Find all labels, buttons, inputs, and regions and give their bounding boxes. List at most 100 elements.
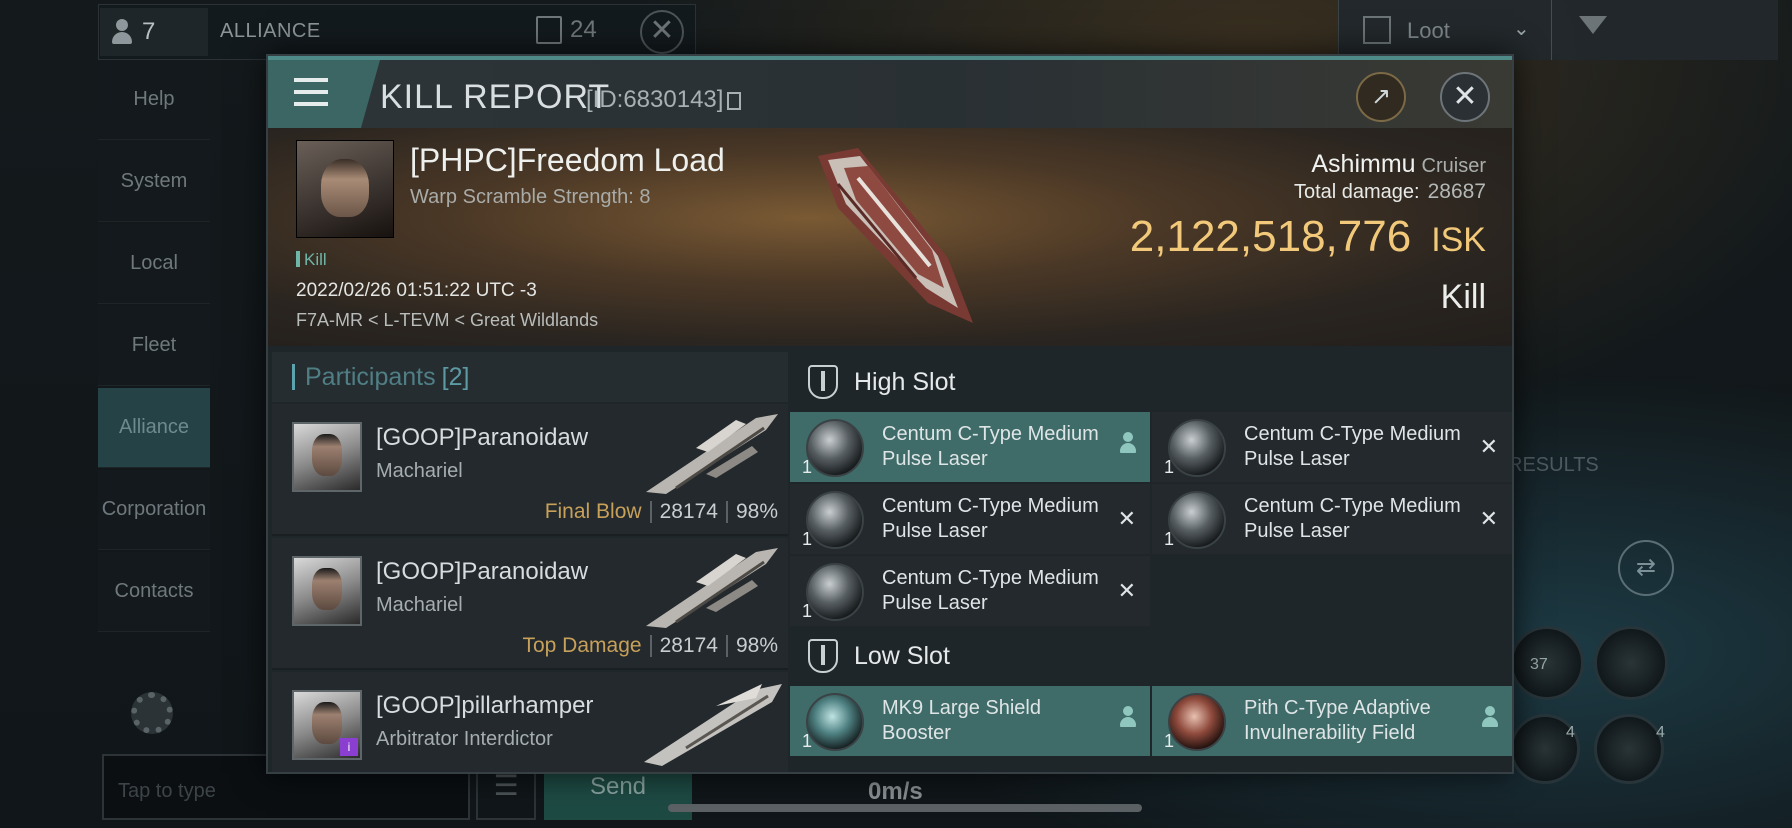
destroyed-x-icon: ✕ [1479, 434, 1498, 459]
dropped-person-icon [1480, 706, 1500, 730]
document-icon [536, 16, 562, 44]
loot-dropdown[interactable]: Loot [1407, 18, 1450, 44]
fitting-item-destroyed[interactable]: 1 Centum C-Type Medium Pulse Laser ✕ [1152, 412, 1512, 482]
kill-report-title: KILL REPORT [380, 78, 611, 116]
module-count: 37 [1530, 656, 1548, 673]
invulnerability-field-icon [1168, 693, 1226, 751]
participant-avatar[interactable] [292, 556, 362, 626]
kill-report-header: KILL REPORT [ID:6830143] ↗ ✕ [268, 56, 1512, 132]
chat-sidebar: Help System Local Fleet Alliance Corpora… [98, 60, 210, 670]
participant-ship: Machariel [376, 460, 463, 482]
participants-header: Participants [2] [272, 352, 788, 402]
laser-module-icon [1168, 491, 1226, 549]
sidebar-item-alliance[interactable]: Alliance [98, 388, 210, 468]
participants-panel: Participants [2] [GOOP]Paranoidaw Machari… [272, 352, 788, 772]
module-slot[interactable] [1594, 626, 1668, 700]
fitting-item-destroyed[interactable]: 1 Centum C-Type Medium Pulse Laser ✕ [790, 484, 1150, 554]
menu-button[interactable] [268, 60, 380, 132]
sidebar-item-system[interactable]: System [98, 142, 210, 222]
laser-module-icon [1168, 419, 1226, 477]
swap-icon[interactable]: ⇄ [1618, 540, 1674, 596]
sidebar-item-contacts[interactable]: Contacts [98, 552, 210, 632]
sidebar-item-corporation[interactable]: Corporation [98, 470, 210, 550]
fitting-panel: High Slot 1 Centum C-Type Medium Pulse La… [790, 352, 1512, 772]
fitting-item-dropped[interactable]: 1 MK9 Large Shield Booster [790, 686, 1150, 756]
kill-result: Kill [1440, 278, 1486, 316]
kill-report-id[interactable]: [ID:6830143] [586, 86, 742, 114]
filter-icon[interactable] [1579, 16, 1607, 34]
module-slot[interactable] [1594, 714, 1664, 784]
settings-gear-icon[interactable] [131, 692, 173, 734]
participant-row[interactable]: i [GOOP]pillarhamper Arbitrator Interdic… [272, 672, 788, 772]
item-name: Centum C-Type Medium Pulse Laser [1244, 423, 1461, 470]
item-name: Pith C-Type Adaptive Invulnerability Fie… [1244, 697, 1431, 744]
participant-stats: Top Damage 28174 98% [522, 634, 778, 657]
divider [649, 501, 652, 523]
close-icon[interactable]: ✕ [1440, 72, 1490, 122]
victim-banner: [PHPC]Freedom Load Warp Scramble Strengt… [268, 128, 1512, 346]
kill-location[interactable]: F7A-MR < L-TEVM < Great Wildlands [296, 310, 598, 331]
participant-ship-image [646, 414, 778, 494]
fitting-item-destroyed[interactable]: 1 Centum C-Type Medium Pulse Laser ✕ [790, 556, 1150, 626]
warp-scramble-strength: Warp Scramble Strength: 8 [410, 186, 651, 208]
info-badge-icon: i [340, 738, 358, 756]
isk-value: 2,122,518,776 ISK [1129, 212, 1486, 261]
share-icon[interactable]: ↗ [1356, 72, 1406, 122]
victim-name[interactable]: [PHPC]Freedom Load [410, 142, 725, 179]
high-slot-icon [808, 365, 838, 399]
chat-close-icon[interactable]: ✕ [640, 10, 684, 54]
sidebar-item-local[interactable]: Local [98, 224, 210, 304]
dropped-person-icon [1118, 706, 1138, 730]
participant-name: [GOOP]Paranoidaw [376, 558, 589, 585]
copy-icon[interactable] [727, 91, 742, 110]
home-indicator[interactable] [668, 804, 1142, 812]
participant-row[interactable]: [GOOP]Paranoidaw Machariel Final Blow 281… [272, 404, 788, 536]
member-count[interactable]: 7 [100, 8, 208, 56]
divider [725, 635, 728, 657]
kill-report-window: KILL REPORT [ID:6830143] ↗ ✕ [PHPC]Freed… [266, 54, 1514, 774]
kill-tag: Kill [296, 250, 327, 270]
low-slot-header: Low Slot [790, 626, 1512, 686]
dropped-person-icon [1118, 432, 1138, 456]
total-damage: Total damage: 28687 [1293, 180, 1486, 203]
destroyed-x-icon: ✕ [1479, 506, 1498, 531]
fitting-item-dropped[interactable]: 1 Pith C-Type Adaptive Invulnerability Fi… [1152, 686, 1512, 756]
speed-readout: 0m/s [868, 778, 923, 805]
victim-portrait[interactable] [296, 140, 394, 238]
fitting-item-destroyed[interactable]: 1 Centum C-Type Medium Pulse Laser ✕ [1152, 484, 1512, 554]
participant-avatar[interactable]: i [292, 690, 362, 760]
laser-module-icon [806, 563, 864, 621]
participant-name: [GOOP]Paranoidaw [376, 424, 589, 451]
module-count: 4 [1566, 724, 1575, 741]
participant-name: [GOOP]pillarhamper [376, 692, 594, 719]
item-name: MK9 Large Shield Booster [882, 697, 1041, 744]
participant-ship: Machariel [376, 594, 463, 616]
high-slot-header: High Slot [790, 352, 1512, 412]
chevron-down-icon[interactable]: ⌄ [1513, 16, 1530, 41]
cube-icon [1363, 16, 1391, 44]
item-name: Centum C-Type Medium Pulse Laser [882, 495, 1099, 542]
doc-count[interactable]: 24 [536, 16, 597, 44]
participant-ship-image [644, 684, 782, 766]
sidebar-item-help[interactable]: Help [98, 60, 210, 140]
sidebar-item-fleet[interactable]: Fleet [98, 306, 210, 386]
victim-ship[interactable]: Ashimmu Cruiser [1311, 150, 1486, 179]
kill-datetime: 2022/02/26 01:51:22 UTC -3 [296, 280, 537, 301]
laser-module-icon [806, 491, 864, 549]
destroyed-x-icon: ✕ [1117, 506, 1136, 531]
participant-row[interactable]: [GOOP]Paranoidaw Machariel Top Damage 281… [272, 538, 788, 670]
fitting-item-dropped[interactable]: 1 Centum C-Type Medium Pulse Laser [790, 412, 1150, 482]
divider [1551, 0, 1552, 60]
hamburger-icon [294, 78, 328, 106]
loot-filter-bar: Loot ⌄ [1338, 0, 1778, 60]
victim-ship-image[interactable] [798, 138, 998, 338]
divider [649, 635, 652, 657]
participant-stats: Final Blow 28174 98% [544, 500, 778, 523]
item-name: Centum C-Type Medium Pulse Laser [882, 423, 1099, 470]
people-icon [110, 19, 134, 45]
participant-avatar[interactable] [292, 422, 362, 492]
low-slot-icon [808, 639, 838, 673]
channel-label: ALLIANCE [220, 20, 321, 42]
results-label: RESULTS [1508, 454, 1599, 476]
item-name: Centum C-Type Medium Pulse Laser [1244, 495, 1461, 542]
